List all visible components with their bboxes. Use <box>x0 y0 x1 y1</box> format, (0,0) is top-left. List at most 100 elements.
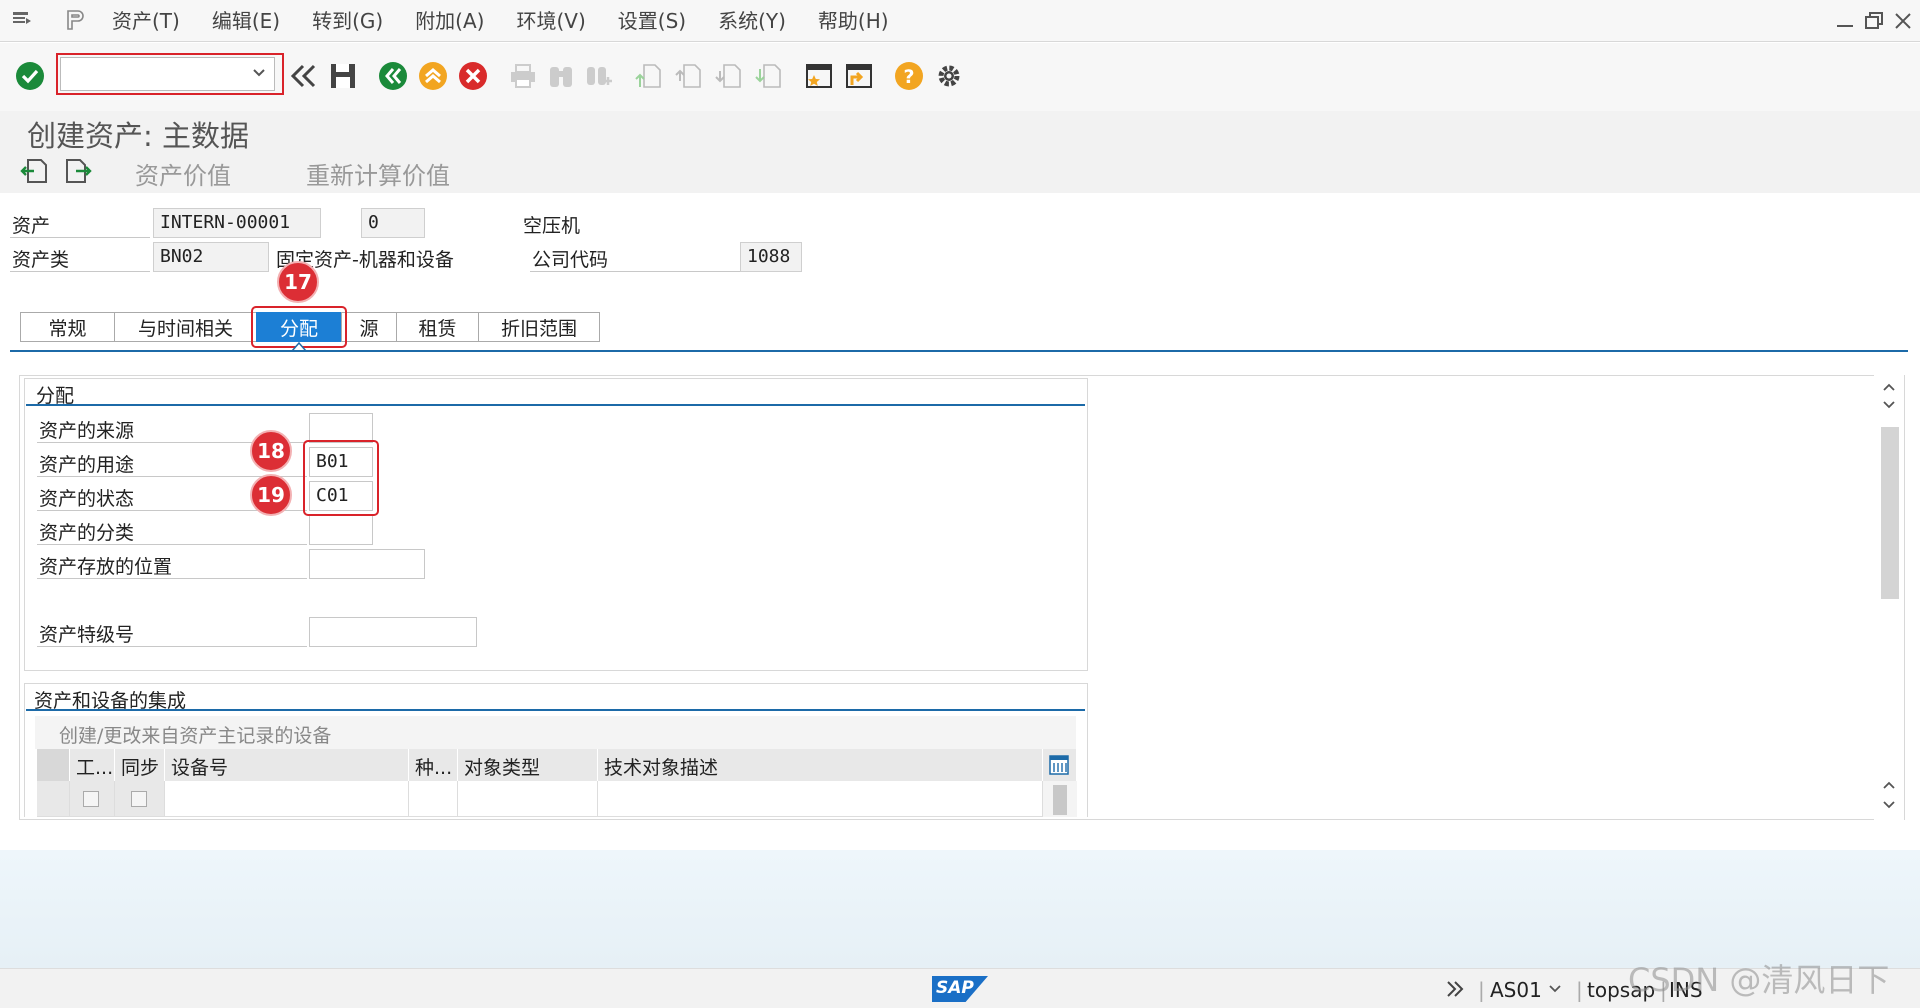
help-icon[interactable]: ? <box>894 61 924 91</box>
shortcut-icon[interactable] <box>844 61 874 91</box>
menu-item-settings[interactable]: 设置(S) <box>618 9 686 33</box>
separator: | <box>1576 978 1583 1002</box>
double-left-icon[interactable] <box>288 61 318 91</box>
sync-checkbox[interactable] <box>131 791 147 807</box>
asset-class-field[interactable]: BN02 <box>153 242 269 272</box>
description-cell[interactable] <box>598 781 1043 817</box>
scroll-top-icon[interactable] <box>1881 379 1897 395</box>
create-session-icon[interactable] <box>804 61 834 91</box>
label-underline <box>10 271 150 272</box>
column-header[interactable]: 同步 <box>115 749 165 781</box>
fields-highlight <box>303 440 379 516</box>
column-header[interactable]: 种... <box>409 749 458 781</box>
tab-time-dependent[interactable]: 与时间相关 <box>114 312 257 342</box>
menu-item-goto[interactable]: 转到(G) <box>312 9 383 33</box>
menu-item-asset[interactable]: 资产(T) <box>112 9 180 33</box>
work-order-checkbox[interactable] <box>83 791 99 807</box>
save-icon[interactable] <box>328 61 358 91</box>
tab-underline <box>10 350 1908 352</box>
table-cell <box>70 781 115 817</box>
column-header[interactable]: 设备号 <box>165 749 409 781</box>
assignment-group <box>24 378 1088 671</box>
print-icon[interactable] <box>508 61 538 91</box>
group-underline <box>26 709 1085 711</box>
sap-logo: SAP <box>932 976 988 1002</box>
next-asset-icon[interactable] <box>64 157 92 185</box>
scroll-thumb[interactable] <box>1881 427 1899 599</box>
column-header[interactable]: 技术对象描述 <box>598 749 1043 781</box>
transaction-code: AS01 <box>1490 978 1542 1002</box>
table-title: 创建/更改来自资产主记录的设备 <box>59 725 332 747</box>
tab-depreciation-areas[interactable]: 折旧范围 <box>478 312 600 342</box>
field-label-location: 资产存放的位置 <box>39 556 173 578</box>
location-field[interactable] <box>309 549 425 579</box>
first-page-icon[interactable] <box>634 61 664 91</box>
menu-item-extras[interactable]: 附加(A) <box>415 9 484 33</box>
group-underline <box>26 404 1085 406</box>
recalculate-values-button[interactable]: 重新计算价值 <box>306 156 450 191</box>
settings-icon[interactable] <box>934 61 964 91</box>
command-field[interactable] <box>60 57 275 91</box>
table-settings-icon[interactable] <box>1049 755 1069 775</box>
field-label-origin: 资产的来源 <box>39 420 135 442</box>
menu-item-help[interactable]: 帮助(H) <box>818 9 889 33</box>
previous-asset-icon[interactable] <box>20 157 48 185</box>
menu-item-system[interactable]: 系统(Y) <box>718 9 786 33</box>
company-code-field[interactable]: 1088 <box>740 242 802 272</box>
super-number-field[interactable] <box>309 617 477 647</box>
asset-number-field[interactable]: INTERN-00001 <box>153 208 321 238</box>
row-selector[interactable] <box>37 781 70 817</box>
menu-item-environment[interactable]: 环境(V) <box>516 9 585 33</box>
tab-origin[interactable]: 源 <box>341 312 397 342</box>
svg-text:?: ? <box>903 66 914 88</box>
cancel-icon[interactable] <box>458 61 488 91</box>
menu-icon[interactable] <box>10 8 34 32</box>
equipment-number-cell[interactable] <box>165 781 409 817</box>
find-icon[interactable] <box>546 61 576 91</box>
double-right-icon[interactable] <box>1445 979 1465 999</box>
restore-icon[interactable] <box>1863 10 1885 32</box>
chevron-down-icon[interactable] <box>1548 982 1562 996</box>
last-page-icon[interactable] <box>754 61 784 91</box>
watermark: CSDN @清风日下 <box>1628 961 1890 999</box>
prev-page-icon[interactable] <box>674 61 704 91</box>
scroll-up-icon[interactable] <box>1881 397 1897 413</box>
object-type-cell[interactable] <box>458 781 598 817</box>
close-icon[interactable] <box>1892 10 1914 32</box>
column-header[interactable]: 工... <box>70 749 115 781</box>
scroll-bottom-icon[interactable] <box>1881 797 1897 813</box>
exit-icon[interactable] <box>418 61 448 91</box>
subnumber-field[interactable]: 0 <box>361 208 425 238</box>
field-label-status: 资产的状态 <box>39 488 135 510</box>
application-toolbar: 资产价值 重新计算价值 <box>0 149 1920 193</box>
classification-field[interactable] <box>309 515 373 545</box>
table-scrollbar[interactable] <box>1053 785 1067 815</box>
back-icon[interactable] <box>378 61 408 91</box>
step-badge-17: 17 <box>277 261 319 303</box>
row-selector-header[interactable] <box>37 749 70 781</box>
menu-item-edit[interactable]: 编辑(E) <box>212 9 280 33</box>
origin-field[interactable] <box>309 413 373 443</box>
find-next-icon[interactable] <box>584 61 614 91</box>
asset-description: 空压机 <box>523 215 581 237</box>
table-settings-header <box>1043 749 1077 781</box>
chevron-down-icon[interactable] <box>250 64 268 82</box>
tab-leasing[interactable]: 租赁 <box>396 312 479 342</box>
label-underline <box>10 237 150 238</box>
asset-values-button[interactable]: 资产价值 <box>135 156 231 191</box>
table-scroll-track <box>1043 781 1077 817</box>
label-underline <box>530 271 740 272</box>
check-icon[interactable] <box>15 61 45 91</box>
next-page-icon[interactable] <box>714 61 744 91</box>
column-header[interactable]: 对象类型 <box>458 749 598 781</box>
background-area <box>0 850 1920 968</box>
tab-general[interactable]: 常规 <box>20 312 115 342</box>
system-menu-icon[interactable] <box>62 8 86 32</box>
asset-label: 资产 <box>12 215 51 237</box>
scroll-down-icon[interactable] <box>1881 777 1897 793</box>
step-badge-18: 18 <box>250 430 292 472</box>
minimize-icon[interactable] <box>1834 10 1856 32</box>
category-cell[interactable] <box>409 781 458 817</box>
label-underline <box>37 544 307 545</box>
field-label-super-number: 资产特级号 <box>39 624 135 646</box>
